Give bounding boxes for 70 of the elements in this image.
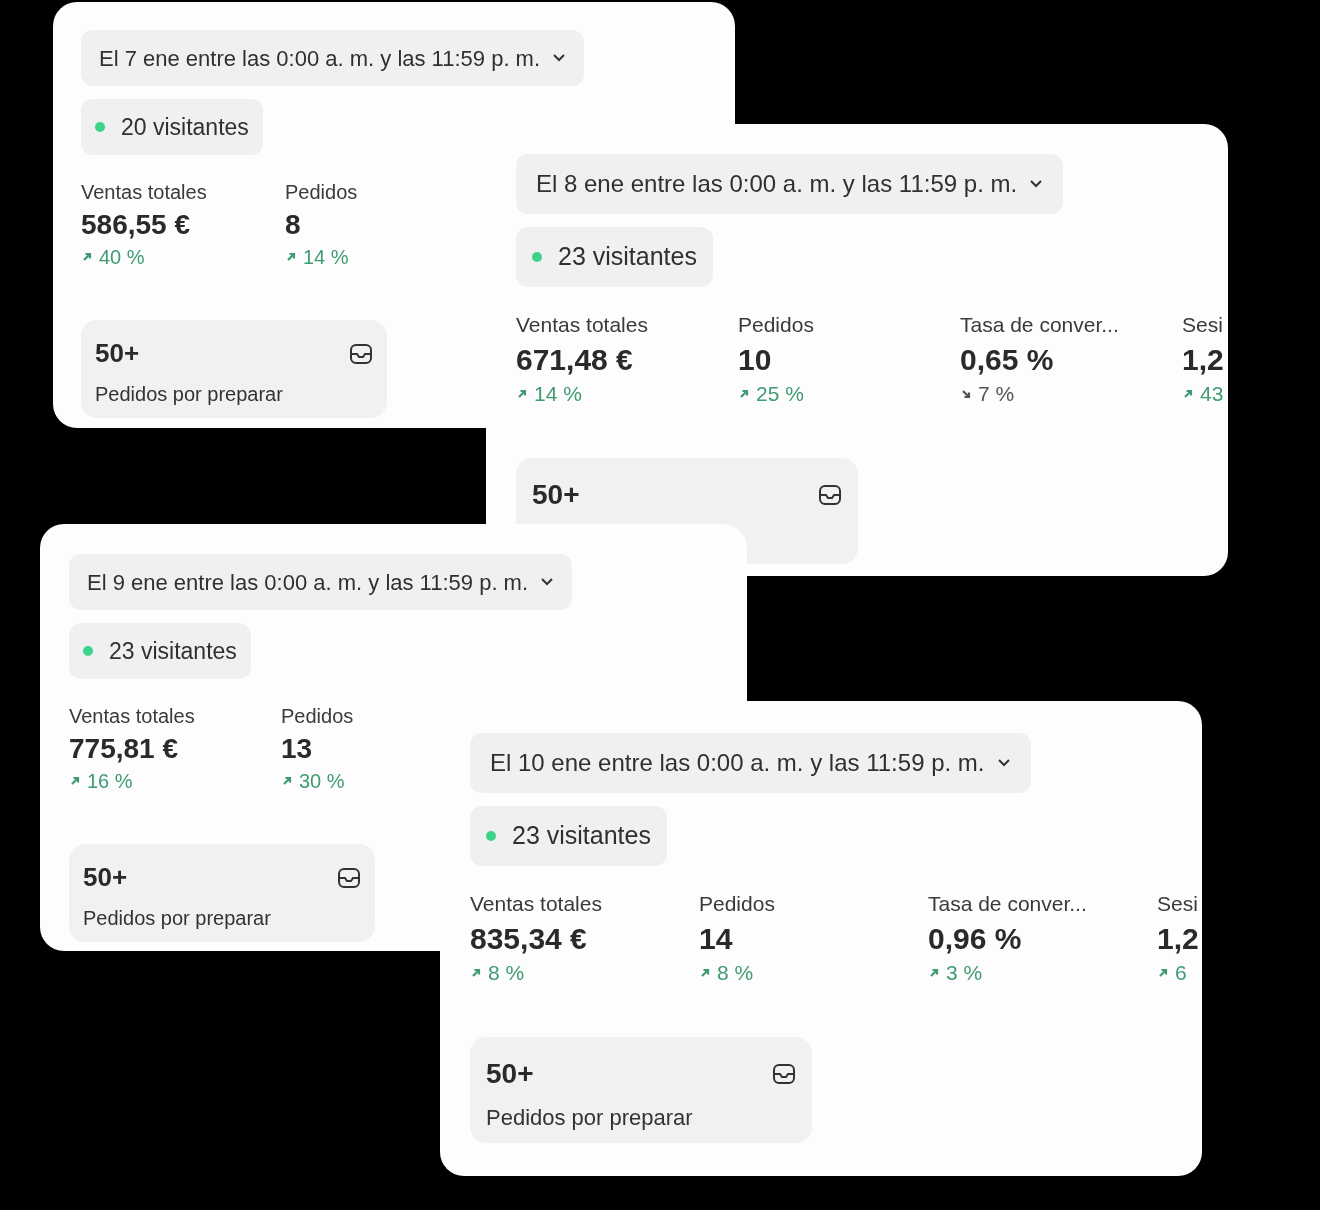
orders-tile[interactable]: 50+ Pedidos por preparar bbox=[81, 320, 387, 418]
metric-value: 14 bbox=[699, 920, 734, 957]
metric-value: 13 bbox=[281, 732, 314, 766]
visitors-pill[interactable]: 20 visitantes bbox=[81, 99, 263, 155]
orders-label: Pedidos por preparar bbox=[486, 1103, 694, 1132]
live-dot-icon bbox=[95, 122, 105, 132]
metric-value: 835,34 € bbox=[470, 920, 588, 957]
metric-label: Ventas totales bbox=[69, 704, 196, 729]
metric-value: 0,65 % bbox=[960, 341, 1055, 378]
metric-value: 10 bbox=[738, 341, 773, 378]
metric-value: 8 bbox=[285, 208, 302, 242]
metric-value: 671,48 € bbox=[516, 341, 634, 378]
visitors-pill[interactable]: 23 visitantes bbox=[69, 623, 251, 679]
live-dot-icon bbox=[83, 646, 93, 656]
visitors-count: 23 visitantes bbox=[109, 636, 237, 666]
orders-tile[interactable]: 50+ Pedidos por preparar bbox=[69, 844, 375, 942]
metric-change: 25 % bbox=[756, 381, 804, 407]
inbox-icon bbox=[337, 865, 361, 890]
visitors-pill[interactable]: 23 visitantes bbox=[516, 227, 713, 287]
date-range-dropdown[interactable]: El 7 ene entre las 0:00 a. m. y las 11:59 p. m. bbox=[81, 30, 585, 86]
metric-change: 14 % bbox=[534, 381, 582, 407]
metric-value: 1,2 bbox=[1182, 341, 1225, 378]
orders-count: 50+ bbox=[532, 477, 580, 512]
visitors-pill[interactable]: 23 visitantes bbox=[470, 806, 667, 866]
chevron-down-icon bbox=[552, 53, 567, 63]
metric-label: Pedidos bbox=[699, 891, 776, 917]
metric-label: Ventas totales bbox=[516, 312, 649, 338]
date-range-dropdown[interactable]: El 10 ene entre las 0:00 a. m. y las 11:59 p. m. bbox=[470, 733, 1031, 793]
metric-change: 43 bbox=[1200, 381, 1224, 407]
metric-change: 8 % bbox=[717, 960, 754, 986]
orders-label: Pedidos por preparar bbox=[95, 382, 284, 407]
metric-change: 8 % bbox=[488, 960, 525, 986]
date-range-dropdown[interactable]: El 8 ene entre las 0:00 a. m. y las 11:59 p. m. bbox=[516, 154, 1064, 214]
metric-label: Tasa de conver... bbox=[928, 891, 1088, 917]
metric-value: 1,2 bbox=[1157, 920, 1200, 957]
metric-label: Ventas totales bbox=[81, 180, 208, 205]
metric-change: 6 bbox=[1175, 960, 1187, 986]
metric-label: Pedidos bbox=[281, 704, 355, 729]
metric-change: 3 % bbox=[946, 960, 983, 986]
metric-change: 30 % bbox=[299, 769, 345, 794]
visitors-count: 23 visitantes bbox=[512, 820, 651, 852]
visitors-count: 23 visitantes bbox=[558, 241, 697, 273]
inbox-icon bbox=[818, 482, 842, 507]
metric-change: 14 % bbox=[303, 245, 349, 270]
live-dot-icon bbox=[486, 831, 496, 841]
metric-label: Sesi bbox=[1182, 312, 1224, 338]
metric-value: 775,81 € bbox=[69, 732, 179, 766]
metric-change: 7 % bbox=[978, 381, 1015, 407]
chevron-down-icon bbox=[996, 758, 1011, 768]
orders-count: 50+ bbox=[486, 1056, 534, 1091]
date-range-dropdown[interactable]: El 9 ene entre las 0:00 a. m. y las 11:59 p. m. bbox=[69, 554, 573, 610]
orders-count: 50+ bbox=[83, 861, 128, 894]
live-dot-icon bbox=[532, 252, 542, 262]
visitors-count: 20 visitantes bbox=[121, 112, 249, 142]
chevron-down-icon bbox=[540, 577, 555, 587]
metric-label: Sesi bbox=[1157, 891, 1199, 917]
orders-count: 50+ bbox=[95, 337, 140, 370]
metric-change: 40 % bbox=[99, 245, 145, 270]
metric-label: Pedidos bbox=[285, 180, 359, 205]
metric-value: 586,55 € bbox=[81, 208, 191, 242]
metric-change: 16 % bbox=[87, 769, 133, 794]
chevron-down-icon bbox=[1029, 179, 1044, 189]
inbox-icon bbox=[772, 1061, 796, 1086]
orders-label: Pedidos por preparar bbox=[83, 906, 272, 931]
metric-value: 0,96 % bbox=[928, 920, 1023, 957]
orders-tile[interactable]: 50+ Pedidos por preparar bbox=[470, 1036, 812, 1143]
inbox-icon bbox=[349, 341, 373, 366]
metric-label: Pedidos bbox=[738, 312, 815, 338]
metric-label: Tasa de conver... bbox=[960, 312, 1120, 338]
metric-label: Ventas totales bbox=[470, 891, 603, 917]
